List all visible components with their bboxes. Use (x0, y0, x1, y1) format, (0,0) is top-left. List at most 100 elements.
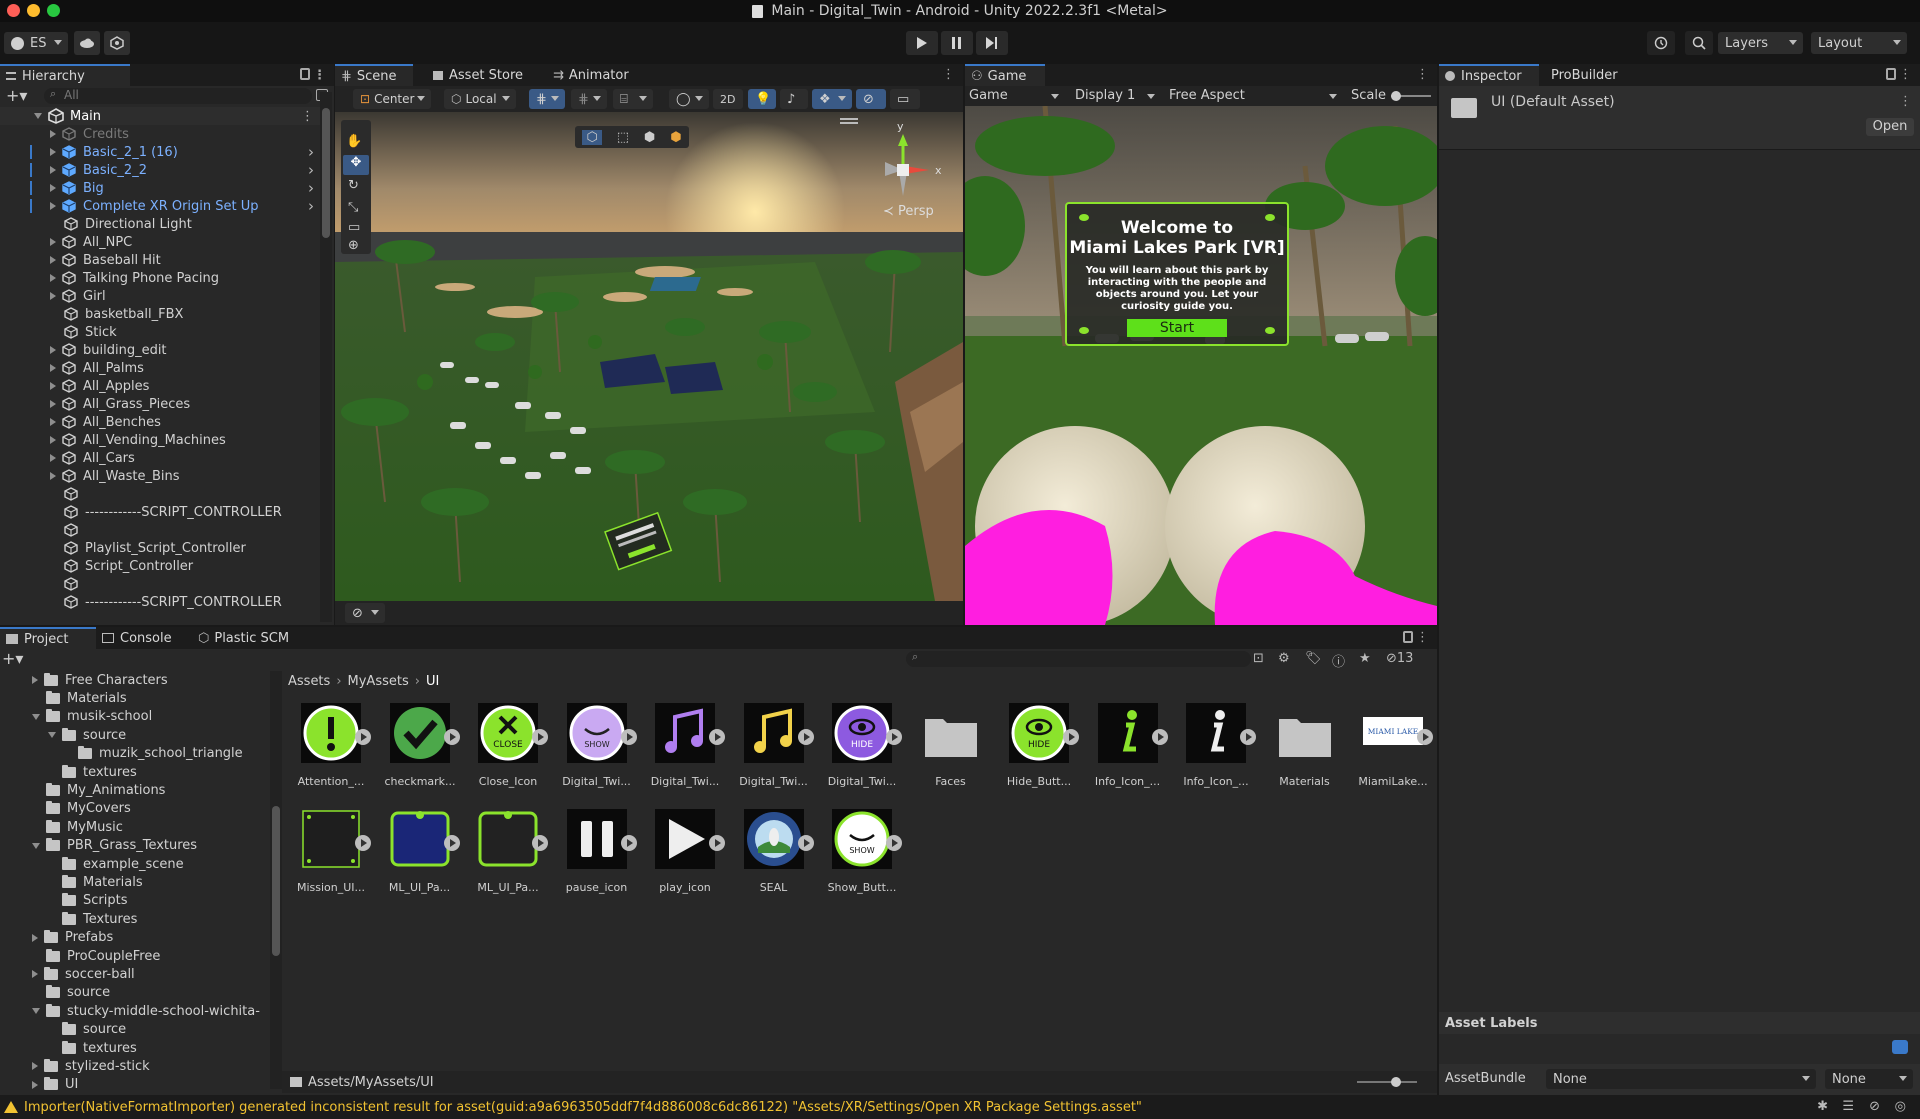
expand-arrow-icon[interactable] (50, 346, 56, 354)
prefab-open-icon[interactable]: › (308, 197, 314, 215)
overlay-menu-icon[interactable] (840, 118, 858, 120)
asset-item[interactable]: SHOW Digital_Twi... (562, 699, 637, 788)
expand-arrow-icon[interactable] (50, 418, 56, 426)
assetbundle-name-dropdown[interactable]: None (1546, 1069, 1816, 1089)
expand-asset-icon[interactable] (709, 835, 725, 851)
game-viewport[interactable]: Welcome to Miami Lakes Park [VR] You wil… (965, 106, 1437, 625)
expand-arrow-icon[interactable] (32, 842, 40, 849)
expand-arrow-icon[interactable] (50, 184, 56, 192)
folder-tree-item[interactable]: source (0, 984, 270, 1002)
asset-item[interactable]: HIDE Digital_Twi... (827, 699, 902, 788)
folder-tree-item[interactable]: textures (0, 763, 270, 781)
tab-scene[interactable]: ⋕ Scene (335, 64, 413, 86)
tab-inspector[interactable]: Inspector (1439, 64, 1539, 86)
hierarchy-item[interactable]: building_edit (0, 341, 322, 359)
camera-settings-button[interactable]: ▭ (890, 89, 920, 109)
expand-arrow-icon[interactable] (50, 256, 56, 264)
search-filter-icon[interactable]: ⊡ (1253, 651, 1264, 666)
hierarchy-item[interactable]: All_Vending_Machines (0, 431, 322, 449)
game-view-dropdown[interactable]: Game (965, 86, 1065, 106)
asset-item[interactable]: Faces (916, 699, 986, 788)
hierarchy-item[interactable]: All_NPC (0, 233, 322, 251)
expand-arrow-icon[interactable] (50, 382, 56, 390)
hierarchy-item[interactable]: Directional Light (0, 215, 322, 233)
status-bar[interactable]: Importer(NativeFormatImporter) generated… (0, 1095, 1920, 1119)
folder-tree-item[interactable]: source (0, 1021, 270, 1039)
add-icon[interactable]: +▾ (6, 86, 27, 105)
game-more-icon[interactable]: ⋮ (1416, 67, 1429, 82)
grid-snapping-button[interactable]: ⋕ (529, 89, 565, 109)
hand-tool-icon[interactable]: ✋ (346, 134, 362, 149)
expand-arrow-icon[interactable] (50, 364, 56, 372)
asset-item[interactable]: MIAMI LAKE MiamiLake... (1358, 699, 1433, 788)
display-dropdown[interactable]: Display 1 (1071, 86, 1161, 106)
persp-label[interactable]: ≺ Persp (883, 204, 934, 219)
prefab-open-icon[interactable]: › (308, 161, 314, 179)
expand-arrow-icon[interactable] (50, 400, 56, 408)
hierarchy-item[interactable]: All_Apples (0, 377, 322, 395)
folder-tree-item[interactable]: Textures (0, 910, 270, 928)
hierarchy-item[interactable]: basketball_FBX (0, 305, 322, 323)
bug-icon[interactable]: ✱ (1817, 1099, 1828, 1114)
face-tool-icon[interactable]: ⬢ (670, 130, 681, 145)
expand-arrow-icon[interactable] (32, 1008, 40, 1015)
project-search-input[interactable]: ⌕ (906, 650, 1251, 667)
scale-slider-handle[interactable] (1391, 91, 1401, 101)
collab-button[interactable] (104, 31, 130, 55)
hierarchy-item[interactable]: All_Waste_Bins (0, 467, 322, 485)
asset-item[interactable]: checkmark... (385, 699, 460, 788)
scene-viewport[interactable]: ✋ ✥ ↻ ⤡ ▭ ⊕ ⬡ ⬚ ⬢ ⬢ y x ≺ Persp (335, 112, 963, 601)
hierarchy-item[interactable]: All_Benches (0, 413, 322, 431)
asset-item[interactable]: Info_Icon_... (1093, 699, 1168, 788)
hierarchy-item[interactable] (0, 521, 322, 539)
effects-toggle[interactable]: ❖ (812, 89, 852, 109)
inspector-lock-icon[interactable] (1886, 68, 1896, 80)
expand-asset-icon[interactable] (620, 835, 637, 851)
expand-asset-icon[interactable] (1417, 729, 1433, 745)
tab-console[interactable]: Console (96, 627, 186, 649)
expand-arrow-icon[interactable] (50, 166, 56, 174)
filter-label-icon[interactable]: 🏷 (1305, 651, 1322, 666)
expand-asset-icon[interactable] (709, 729, 725, 745)
hierarchy-item[interactable]: Credits (0, 125, 322, 143)
hierarchy-item[interactable] (0, 575, 322, 593)
breadcrumb-ui[interactable]: UI (426, 674, 439, 689)
tab-plastic-scm[interactable]: ⬡ Plastic SCM (192, 627, 312, 649)
hierarchy-item[interactable]: Talking Phone Pacing (0, 269, 322, 287)
asset-item[interactable]: CLOSE Close_Icon (473, 699, 548, 788)
asset-item[interactable]: Digital_Twi... (739, 699, 814, 788)
expand-asset-icon[interactable] (1063, 729, 1079, 745)
folder-tree-item[interactable]: muzik_school_triangle (0, 745, 270, 763)
rect-select-icon[interactable]: ⬚ (617, 130, 629, 145)
aspect-dropdown[interactable]: Free Aspect (1165, 86, 1343, 106)
expand-arrow-icon[interactable] (32, 713, 40, 720)
cube-tool-icon[interactable]: ⬡ (582, 129, 602, 145)
tab-asset-store[interactable]: Asset Store (427, 64, 531, 86)
favorite-icon[interactable]: ★ (1359, 651, 1371, 666)
filter-log-icon[interactable]: ⓘ (1332, 651, 1345, 670)
tree-scroll-thumb[interactable] (272, 806, 280, 956)
icon-size-slider[interactable] (1357, 1077, 1417, 1087)
expand-asset-icon[interactable] (797, 729, 814, 745)
expand-asset-icon[interactable] (886, 729, 902, 745)
expand-arrow-icon[interactable] (50, 238, 56, 246)
expand-asset-icon[interactable] (1240, 729, 1256, 745)
view-options-button[interactable]: ⊘ (345, 603, 385, 623)
progress-icon[interactable]: ◎ (1895, 1099, 1906, 1114)
folder-tree-item[interactable]: Free Characters (0, 671, 270, 689)
folder-tree-item[interactable]: Materials (0, 689, 270, 707)
toggle-2d-button[interactable]: 2D (713, 89, 743, 109)
expand-arrow-icon[interactable] (48, 732, 56, 739)
breadcrumb-assets[interactable]: Assets (288, 674, 330, 689)
hierarchy-item[interactable]: Baseball Hit (0, 251, 322, 269)
hierarchy-item[interactable]: Basic_2_1 (16) › (0, 143, 322, 161)
layers-dropdown[interactable]: Layers (1718, 32, 1803, 54)
hierarchy-item[interactable]: Girl (0, 287, 322, 305)
hierarchy-item[interactable]: Script_Controller (0, 557, 322, 575)
cloud-button[interactable] (74, 31, 100, 55)
play-button[interactable] (906, 31, 938, 55)
audio-toggle[interactable]: ♪ (780, 89, 808, 109)
lighting-toggle[interactable]: 💡 (748, 89, 776, 109)
scene-root-row[interactable]: Main ⋮ (0, 107, 322, 125)
expand-arrow-icon[interactable] (32, 676, 38, 684)
